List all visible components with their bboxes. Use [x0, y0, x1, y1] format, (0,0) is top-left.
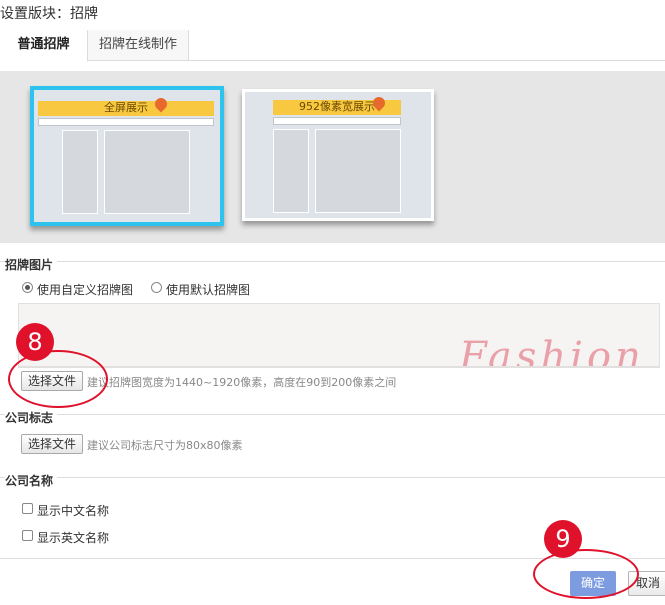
signboard-preview: Fashion	[18, 303, 660, 368]
template-952px[interactable]: 952像素宽展示	[242, 89, 434, 221]
signboard-hint: 建议招牌图宽度为1440~1920像素，高度在90到200像素之间	[87, 376, 397, 389]
radio-custom-signboard[interactable]	[22, 282, 33, 293]
callout-badge-8: 8	[16, 323, 54, 361]
callout-ring-9	[533, 549, 639, 599]
radio-default-label: 使用默认招牌图	[166, 283, 251, 297]
section-title-signboard-image: 招牌图片	[5, 256, 58, 273]
checkbox-show-en-name[interactable]	[22, 530, 33, 541]
radio-custom-label: 使用自定义招牌图	[37, 283, 134, 297]
template-main-block	[315, 129, 401, 213]
template-gallery: 全屏展示 952像素宽展示	[0, 71, 665, 243]
dialog-title: 设置版块：招牌	[0, 6, 98, 22]
tab-normal-signboard[interactable]: 普通招牌	[0, 30, 88, 62]
show-cn-name-label: 显示中文名称	[37, 504, 110, 518]
template-sidebar-block	[273, 129, 309, 213]
tab-bar: 普通招牌 招牌在线制作	[0, 30, 665, 62]
template-main-block	[104, 130, 190, 214]
template-nav-bar	[273, 117, 401, 125]
show-en-name-label: 显示英文名称	[37, 531, 110, 545]
signboard-preview-text: Fashion	[459, 334, 645, 368]
choose-file-button-logo[interactable]: 选择文件	[21, 434, 84, 454]
section-divider	[0, 477, 665, 478]
logo-hint: 建议公司标志尺寸为80x80像素	[87, 439, 243, 452]
section-title-company-logo: 公司标志	[5, 409, 58, 426]
template-fullscreen[interactable]: 全屏展示	[30, 86, 224, 226]
section-title-company-name: 公司名称	[5, 472, 58, 489]
template-sidebar-block	[62, 130, 98, 214]
section-divider	[0, 261, 665, 262]
callout-badge-9: 9	[544, 520, 582, 558]
template-nav-bar	[38, 118, 214, 126]
section-divider	[0, 414, 665, 415]
tab-online-signboard[interactable]: 招牌在线制作	[88, 30, 189, 60]
callout-ring-8	[8, 350, 108, 408]
radio-default-signboard[interactable]	[151, 282, 162, 293]
template-banner: 全屏展示	[38, 101, 214, 116]
checkbox-show-cn-name[interactable]	[22, 503, 33, 514]
upload-box-bottom	[18, 366, 660, 367]
